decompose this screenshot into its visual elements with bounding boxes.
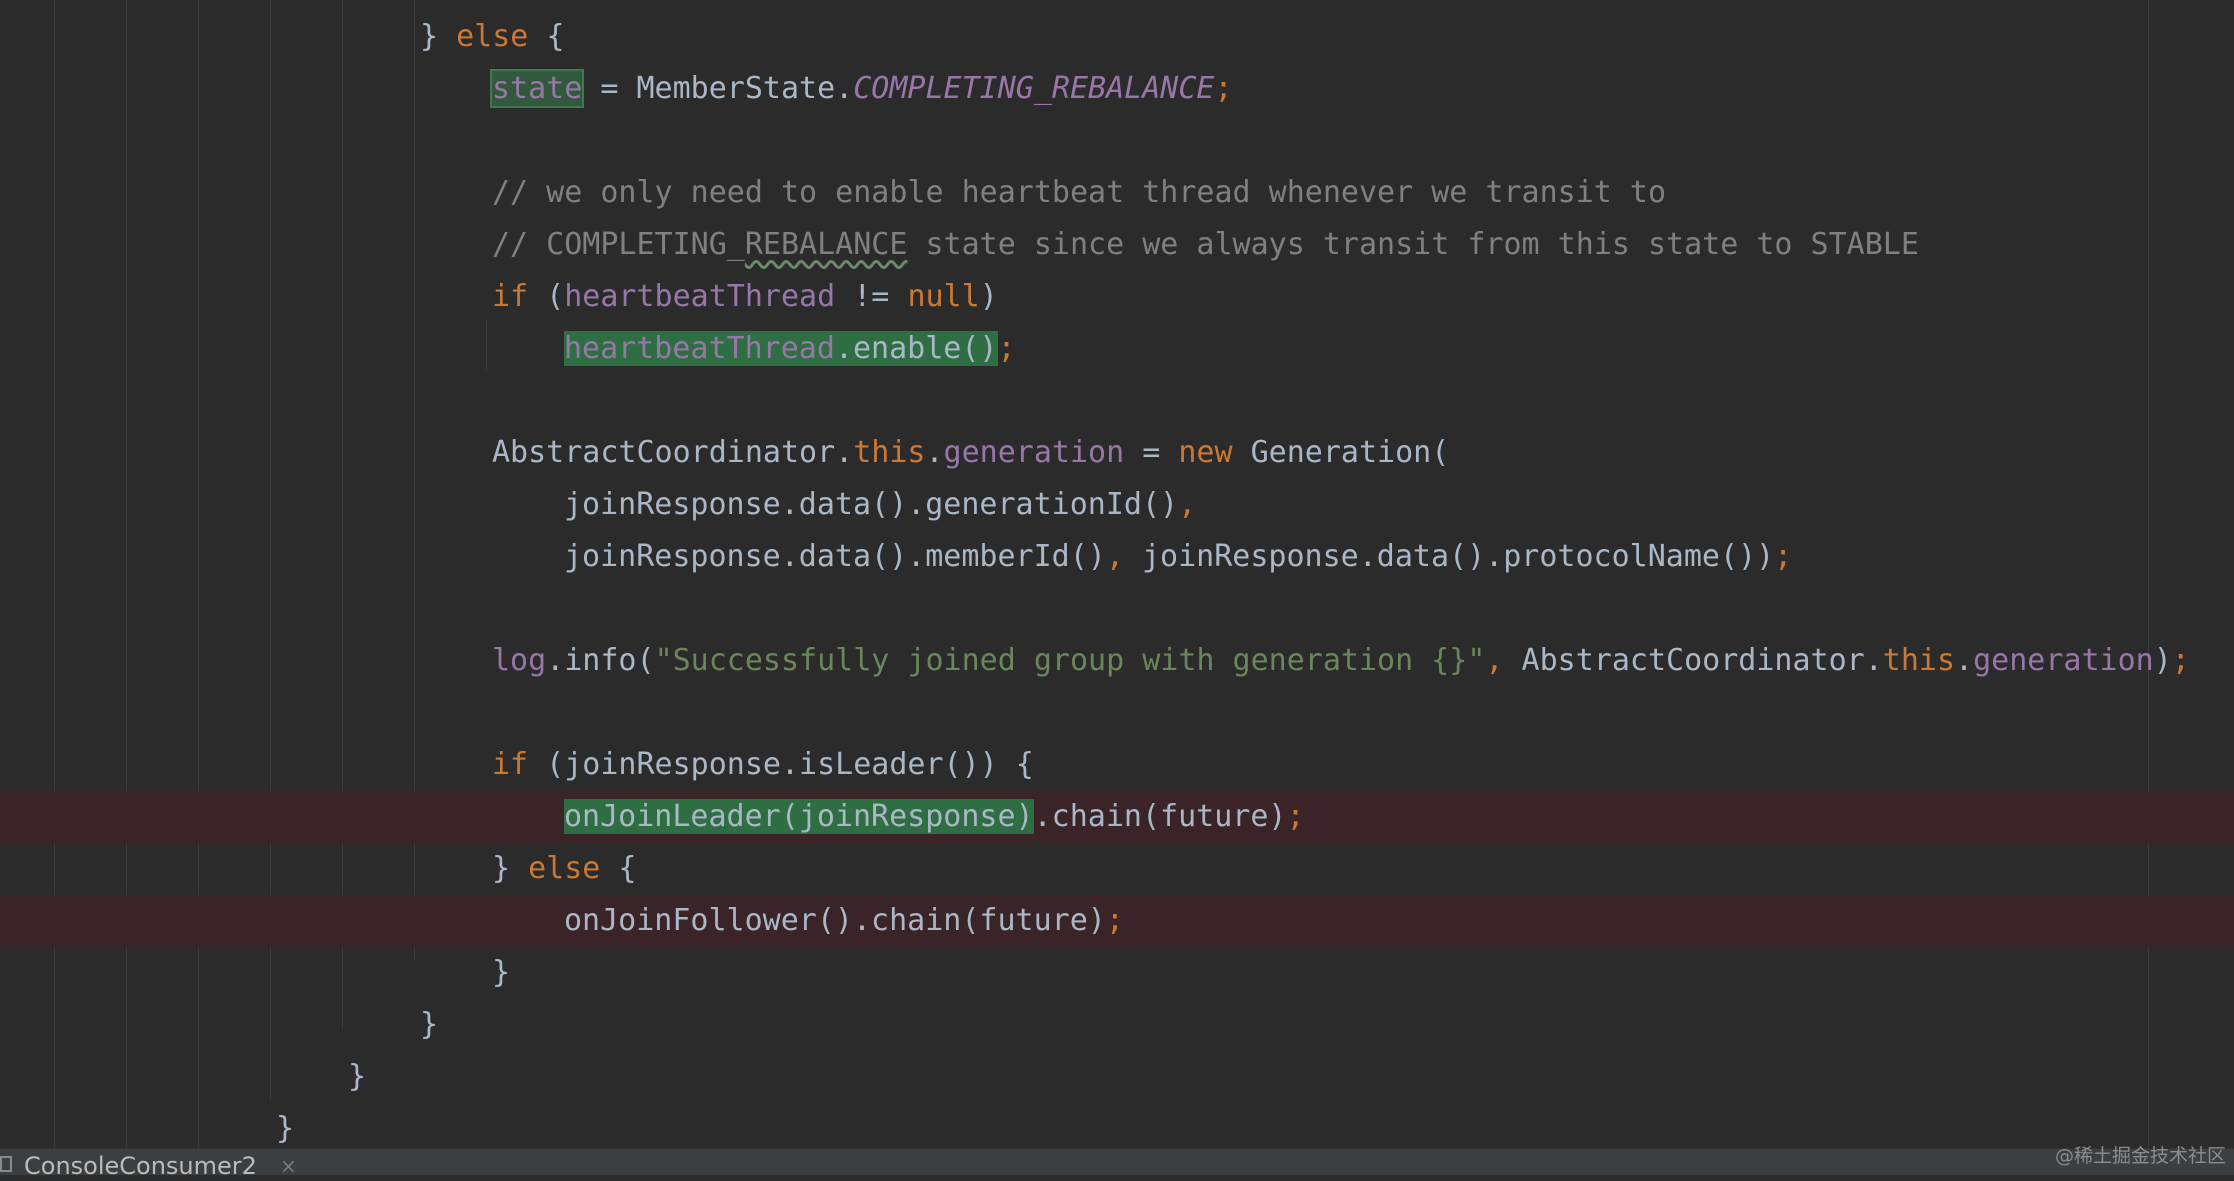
code-token: !=: [835, 279, 908, 314]
breakpoint-line[interactable]: onJoinLeader(joinResponse).chain(future)…: [0, 791, 2234, 843]
code-token: Generation(: [1232, 435, 1450, 470]
code-token: }: [492, 851, 529, 886]
code-line[interactable]: }: [0, 1103, 2234, 1148]
code-token: generation: [1973, 643, 2154, 678]
code-line[interactable]: log.info("Successfully joined group with…: [0, 635, 2234, 687]
code-token: .enable(): [834, 331, 998, 366]
code-token: heartbeatThread: [564, 331, 835, 366]
code-line[interactable]: }: [0, 1051, 2234, 1103]
code-token: {: [528, 19, 565, 54]
code-comment: // COMPLETING_: [492, 227, 745, 262]
code-token: ;: [2171, 643, 2190, 678]
code-line[interactable]: state = MemberState.COMPLETING_REBALANCE…: [0, 63, 2234, 115]
code-line[interactable]: joinResponse.data().generationId(),: [0, 479, 2234, 531]
run-tab-consoleconsumer2[interactable]: ConsoleConsumer2: [24, 1151, 257, 1181]
code-token: COMPLETING_REBALANCE: [853, 71, 1215, 106]
code-line[interactable]: }: [0, 999, 2234, 1051]
code-comment: REBALANCE: [744, 227, 908, 262]
code-comment: state since we always transit from this …: [907, 227, 1919, 262]
code-editor[interactable]: } else { state = MemberState.COMPLETING_…: [0, 0, 2234, 1148]
code-token: }: [348, 1059, 367, 1094]
code-token: joinResponse.data().memberId(): [564, 539, 1106, 574]
code-token: ,: [1178, 487, 1197, 522]
code-token: (: [528, 279, 565, 314]
code-token: ;: [1774, 539, 1793, 574]
code-token: state: [489, 69, 585, 108]
code-line[interactable]: } else {: [0, 843, 2234, 895]
code-token: this: [1882, 643, 1956, 678]
run-tool-window-bar: ConsoleConsumer2 ×: [0, 1148, 2234, 1180]
code-token: .chain(future): [1033, 799, 1287, 834]
code-string: "Successfully joined group with generati…: [654, 643, 1486, 678]
code-token: {: [600, 851, 637, 886]
code-token: if: [492, 279, 529, 314]
code-line[interactable]: // COMPLETING_REBALANCE state since we a…: [0, 219, 2234, 271]
code-token: ;: [997, 331, 1016, 366]
code-token: heartbeatThread: [564, 279, 836, 314]
code-token: =: [1124, 435, 1179, 470]
code-line[interactable]: if (heartbeatThread != null): [0, 271, 2234, 323]
code-token: else: [528, 851, 601, 886]
code-token: log: [492, 643, 547, 678]
code-token: joinResponse.data().protocolName()): [1123, 539, 1775, 574]
code-token: else: [456, 19, 529, 54]
code-token: ;: [1214, 71, 1233, 106]
code-token: null: [907, 279, 980, 314]
code-token: .: [925, 435, 944, 470]
code-token: }: [492, 955, 511, 990]
code-line[interactable]: }: [0, 947, 2234, 999]
code-token: ;: [1286, 799, 1305, 834]
code-token: if: [492, 747, 529, 782]
code-line[interactable]: joinResponse.data().memberId(), joinResp…: [0, 531, 2234, 583]
close-icon[interactable]: ×: [280, 1153, 297, 1179]
code-token: }: [276, 1111, 295, 1146]
code-line[interactable]: heartbeatThread.enable();: [0, 323, 2234, 375]
code-token: ): [979, 279, 998, 314]
code-token: =: [582, 71, 637, 106]
code-comment: // we only need to enable heartbeat thre…: [492, 175, 1666, 210]
console-tab-icon: [0, 1156, 12, 1172]
code-token: MemberState.: [636, 71, 854, 106]
code-token: (joinResponse.isLeader()) {: [528, 747, 1034, 782]
code-line[interactable]: if (joinResponse.isLeader()) {: [0, 739, 2234, 791]
watermark: @稀土掘金技术社区: [2054, 1145, 2226, 1167]
code-line[interactable]: AbstractCoordinator.this.generation = ne…: [0, 427, 2234, 479]
code-token: ): [2153, 643, 2172, 678]
code-token: }: [420, 19, 457, 54]
code-token: ,: [1105, 539, 1124, 574]
code-token: new: [1178, 435, 1233, 470]
code-line[interactable]: // we only need to enable heartbeat thre…: [0, 167, 2234, 219]
breakpoint-line[interactable]: onJoinFollower().chain(future);: [0, 895, 2234, 947]
code-token: onJoinFollower().chain(future): [564, 903, 1106, 938]
code-token: ,: [1485, 643, 1504, 678]
code-token: joinResponse.data().generationId(): [564, 487, 1179, 522]
code-token: generation: [943, 435, 1125, 470]
code-token: }: [420, 1007, 439, 1042]
code-token: .: [1955, 643, 1974, 678]
code-token: .info(: [546, 643, 655, 678]
code-token: ;: [1105, 903, 1124, 938]
code-line[interactable]: } else {: [0, 11, 2234, 63]
code-token: this: [853, 435, 926, 470]
code-token: onJoinLeader(joinResponse): [564, 799, 1034, 834]
code-token: AbstractCoordinator.: [1503, 643, 1883, 678]
code-token: AbstractCoordinator.: [492, 435, 854, 470]
